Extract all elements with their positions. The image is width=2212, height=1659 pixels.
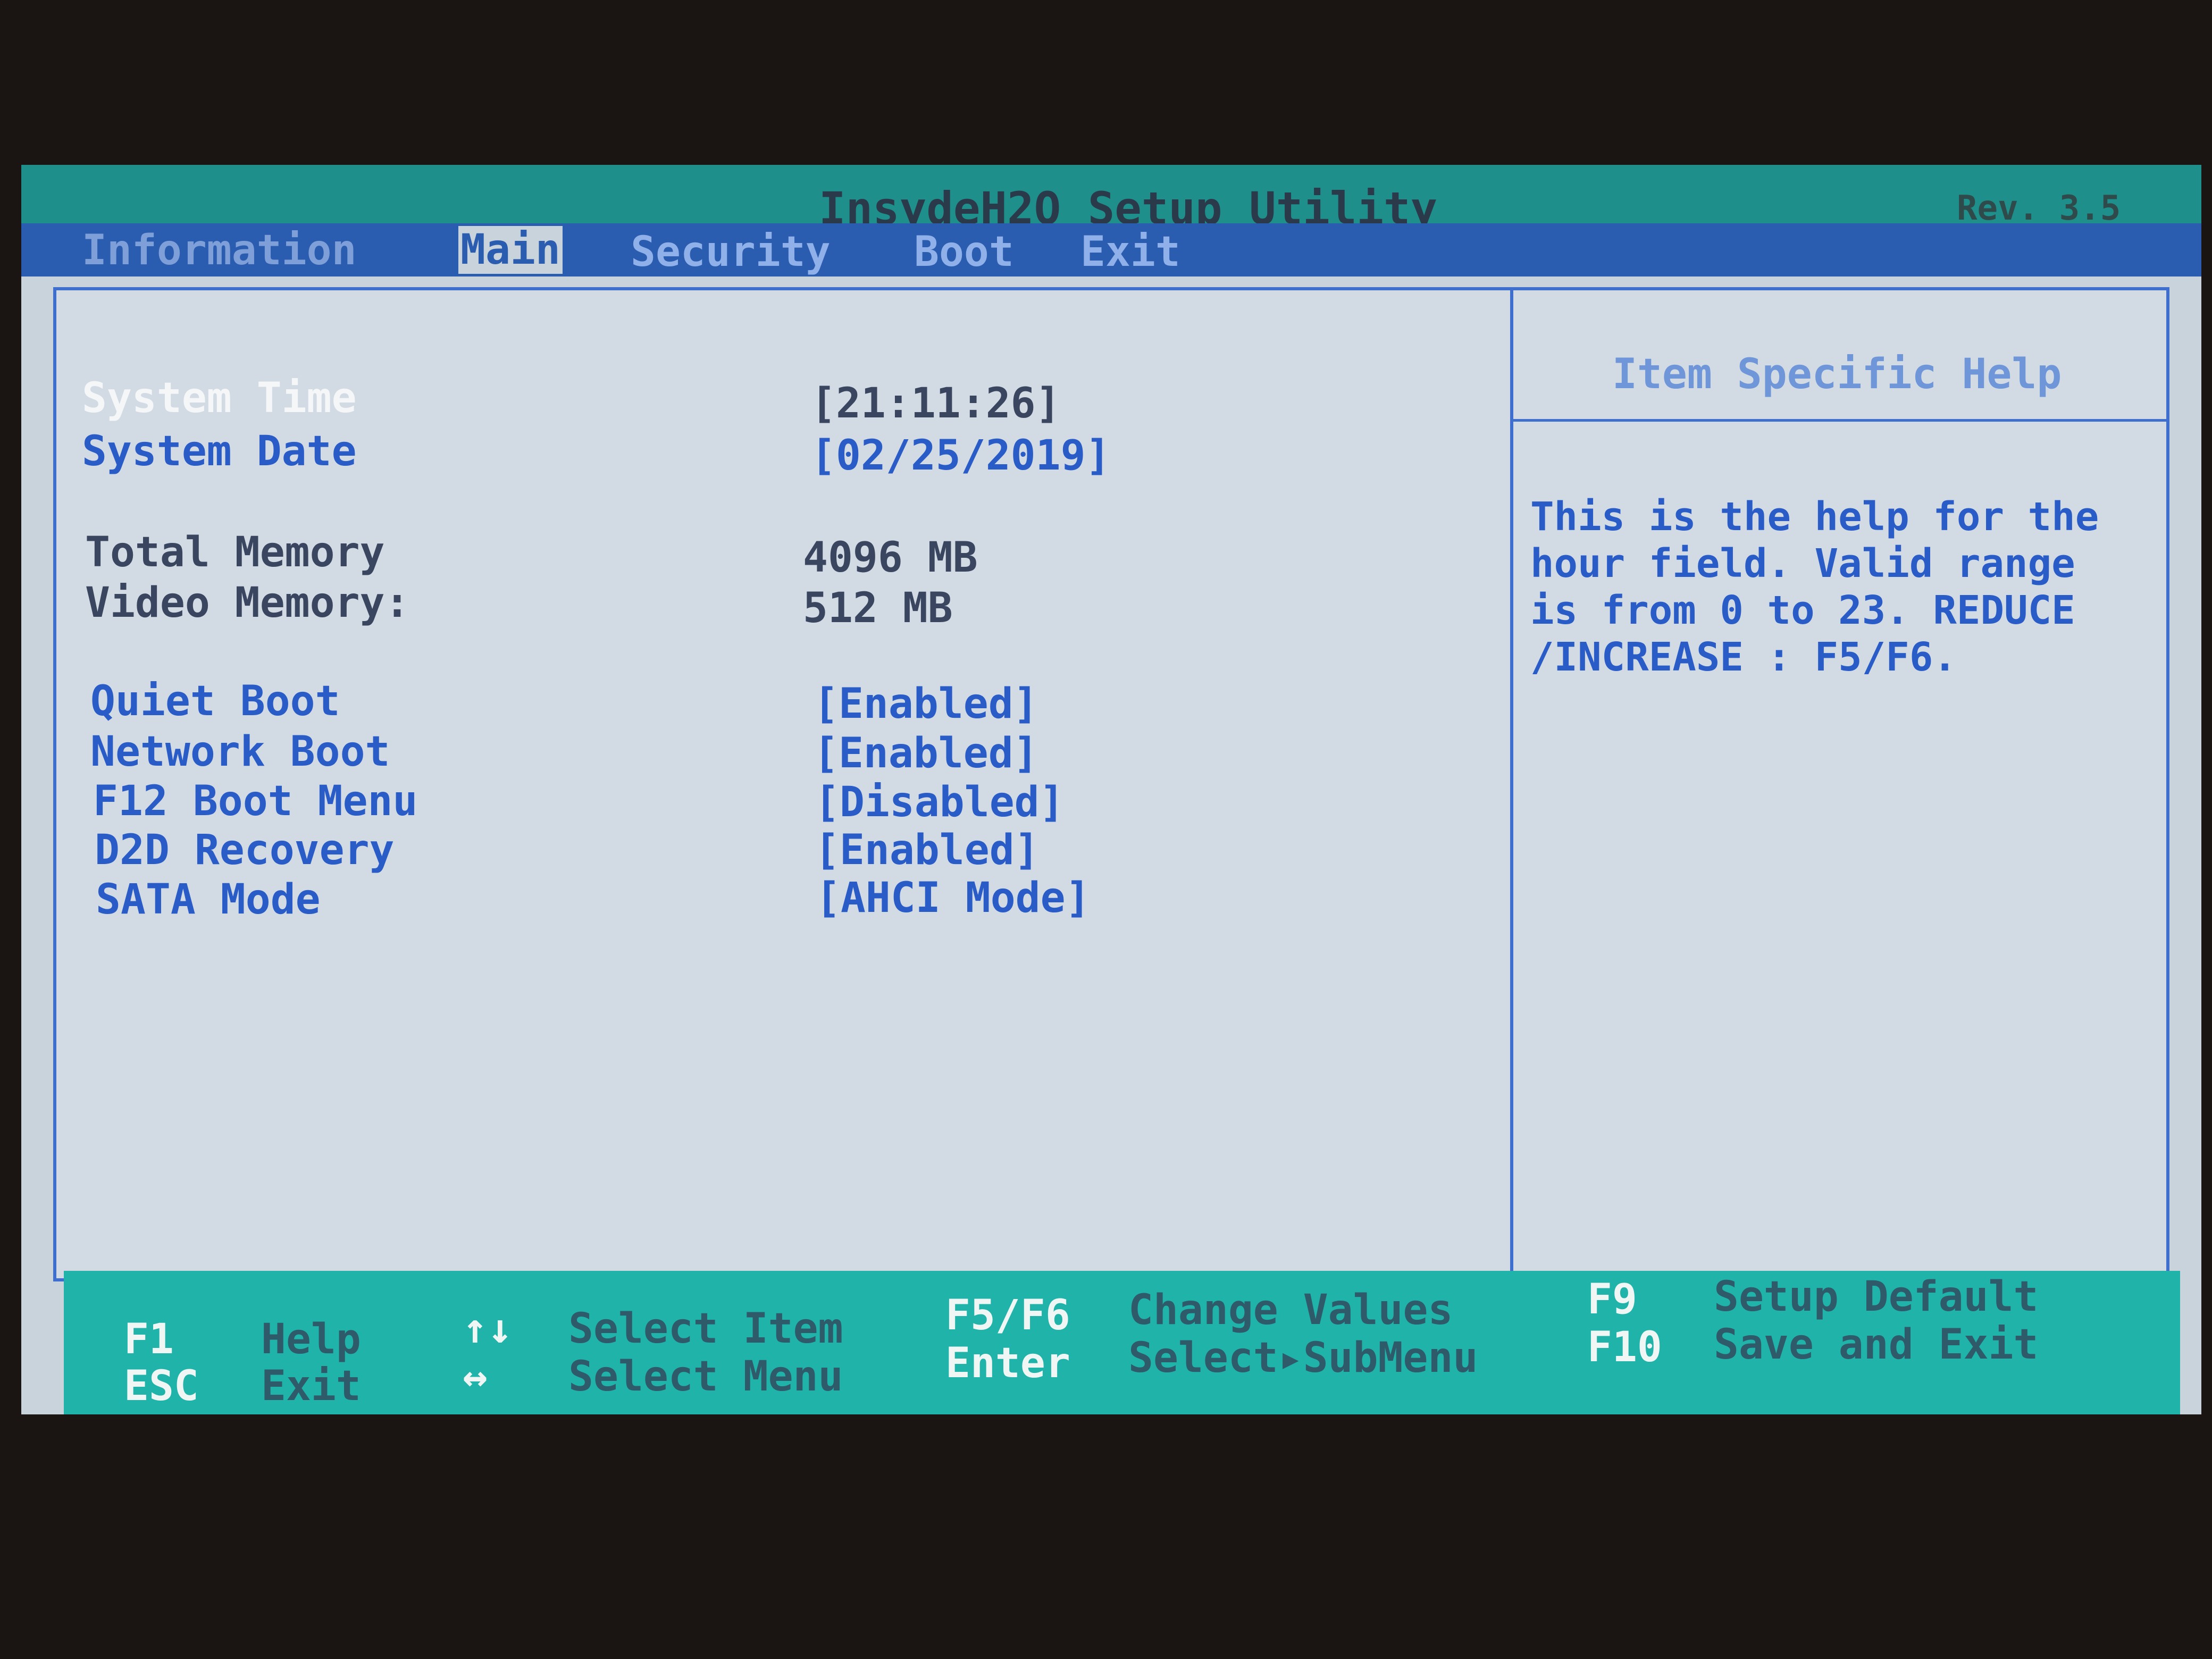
tab-exit[interactable]: Exit <box>1080 231 1180 273</box>
key-f10-desc: Save and Exit <box>1714 1321 2039 1369</box>
f12-boot-menu-value[interactable]: [Disabled] <box>815 782 1065 823</box>
tab-main[interactable]: Main <box>458 226 563 274</box>
key-f1-desc: Help <box>261 1316 361 1363</box>
video-memory-label: Video Memory: <box>85 579 410 627</box>
f12-boot-menu-label[interactable]: F12 Boot Menu <box>93 781 417 822</box>
key-f9: F9 <box>1587 1276 1637 1323</box>
d2d-recovery-label[interactable]: D2D Recovery <box>95 830 395 871</box>
video-memory-value: 512 MB <box>803 584 953 632</box>
d2d-recovery-value[interactable]: [Enabled] <box>815 830 1040 871</box>
key-f9-desc: Setup Default <box>1714 1273 2039 1321</box>
key-esc-desc: Exit <box>261 1362 361 1410</box>
network-boot-label[interactable]: Network Boot <box>90 731 390 773</box>
key-left-right-desc: Select Menu <box>568 1353 843 1401</box>
total-memory-value: 4096 MB <box>803 534 978 582</box>
key-f5-f6-desc: Change Values <box>1128 1286 1453 1334</box>
key-left-right-arrows: ↔ <box>463 1353 488 1401</box>
total-memory-label: Total Memory <box>85 529 385 576</box>
key-up-down-desc: Select Item <box>568 1305 843 1353</box>
tab-security[interactable]: Security <box>631 231 831 273</box>
sata-mode-label[interactable]: SATA Mode <box>96 879 321 920</box>
quiet-boot-label[interactable]: Quiet Boot <box>90 681 340 722</box>
quiet-boot-value[interactable]: [Enabled] <box>814 683 1038 725</box>
help-divider <box>1513 419 2169 422</box>
help-line: This is the help for the <box>1530 494 2099 540</box>
key-enter: Enter <box>945 1339 1070 1387</box>
help-line: is from 0 to 23. REDUCE <box>1530 588 2075 633</box>
system-date-value[interactable]: [02/25/2019] <box>811 435 1111 476</box>
key-f10: F10 <box>1587 1323 1662 1371</box>
help-line: /INCREASE : F5/F6. <box>1530 634 1957 680</box>
tab-information[interactable]: Information <box>82 230 357 271</box>
help-line: hour field. Valid range <box>1530 541 2075 586</box>
system-time-label[interactable]: System Time <box>82 378 357 419</box>
system-time-value[interactable]: [21:11:26] <box>811 383 1061 424</box>
key-esc: ESC <box>124 1362 199 1410</box>
key-up-down-arrows: ↑↓ <box>463 1305 513 1353</box>
bios-screen: InsydeH2O Setup Utility Rev. 3.5 Informa… <box>21 165 2201 1414</box>
help-title: Item Specific Help <box>1612 350 2062 398</box>
system-date-label[interactable]: System Date <box>82 431 357 472</box>
panel-divider <box>1510 287 1513 1281</box>
revision: Rev. 3.5 <box>1957 189 2121 228</box>
menu-bar: Information Main Security Boot Exit <box>21 223 2201 276</box>
key-f1: F1 <box>124 1316 174 1363</box>
key-f5-f6: F5/F6 <box>945 1292 1070 1339</box>
key-enter-desc: Select▸SubMenu <box>1128 1334 1478 1382</box>
sata-mode-value[interactable]: [AHCI Mode] <box>816 877 1091 919</box>
network-boot-value[interactable]: [Enabled] <box>814 733 1038 774</box>
tab-boot[interactable]: Boot <box>914 231 1014 273</box>
